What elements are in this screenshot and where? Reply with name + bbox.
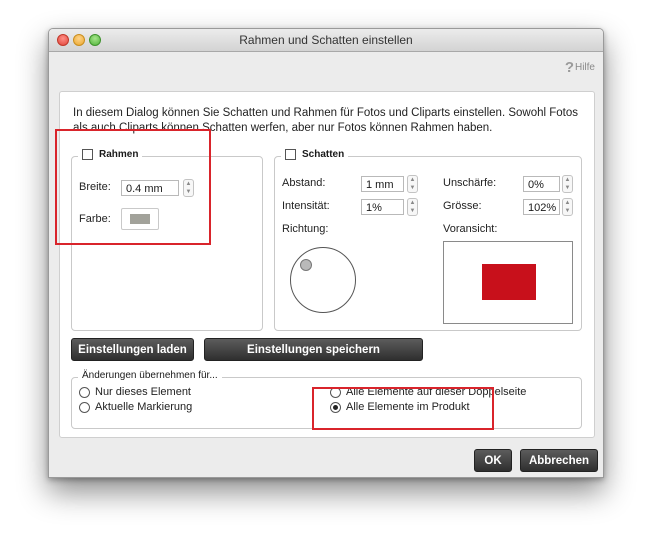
help-link[interactable]: ?Hilfe xyxy=(565,59,595,76)
title-bar: Rahmen und Schatten einstellen xyxy=(49,29,603,52)
unschaerfe-stepper[interactable]: ▲ ▼ xyxy=(562,175,573,193)
radio-alle-elemente-doppelseite[interactable]: Alle Elemente auf dieser Doppelseite xyxy=(330,386,526,398)
radio-nur-dieses-element[interactable]: Nur dieses Element xyxy=(79,386,191,398)
dialog-content: In diesem Dialog können Sie Schatten und… xyxy=(59,91,595,438)
abstand-stepper[interactable]: ▲ ▼ xyxy=(407,175,418,193)
intensitaet-input[interactable]: 1% xyxy=(361,199,404,215)
preview-sample xyxy=(482,264,536,300)
rahmen-legend: Rahmen xyxy=(78,149,143,160)
unschaerfe-input[interactable]: 0% xyxy=(523,176,560,192)
rahmen-title: Rahmen xyxy=(99,149,139,160)
intensitaet-stepper[interactable]: ▲ ▼ xyxy=(407,198,418,216)
abbrechen-button[interactable]: Abbrechen xyxy=(520,449,598,472)
abstand-input[interactable]: 1 mm xyxy=(361,176,404,192)
farbe-swatch xyxy=(130,214,150,224)
breite-label: Breite: xyxy=(79,181,111,193)
richtung-dial[interactable] xyxy=(290,247,356,313)
radio-aktuelle-markierung[interactable]: Aktuelle Markierung xyxy=(79,401,192,413)
breite-input[interactable]: 0.4 mm xyxy=(121,180,179,196)
rahmen-checkbox[interactable] xyxy=(82,149,93,160)
intensitaet-label: Intensität: xyxy=(282,200,330,212)
radio-label: Alle Elemente auf dieser Doppelseite xyxy=(346,386,527,398)
abstand-label: Abstand: xyxy=(282,177,326,189)
schatten-title: Schatten xyxy=(302,149,345,160)
farbe-label: Farbe: xyxy=(79,213,111,225)
intro-text: In diesem Dialog können Sie Schatten und… xyxy=(73,107,579,134)
window-title: Rahmen und Schatten einstellen xyxy=(239,33,413,47)
richtung-knob[interactable] xyxy=(300,259,312,271)
rahmen-group: Rahmen Breite: 0.4 mm ▲ ▼ Farbe: xyxy=(71,149,263,331)
help-label: Hilfe xyxy=(574,62,595,73)
groesse-stepper[interactable]: ▲ ▼ xyxy=(562,198,573,216)
richtung-label: Richtung: xyxy=(282,223,329,235)
ok-button[interactable]: OK xyxy=(474,449,512,472)
question-mark-icon: ? xyxy=(564,59,574,76)
einstellungen-speichern-button[interactable]: Einstellungen speichern xyxy=(204,338,423,361)
schatten-group: Schatten Abstand: 1 mm ▲ ▼ Intensität: 1%… xyxy=(274,149,582,331)
radio-indicator[interactable] xyxy=(79,386,90,398)
schatten-legend: Schatten xyxy=(281,149,349,160)
radio-label: Alle Elemente im Produkt xyxy=(346,401,470,413)
radio-label: Nur dieses Element xyxy=(95,386,191,398)
schatten-checkbox[interactable] xyxy=(285,149,296,160)
einstellungen-laden-button[interactable]: Einstellungen laden xyxy=(71,338,194,361)
radio-indicator-selected[interactable] xyxy=(330,401,341,413)
shadow-preview xyxy=(443,241,573,324)
unschaerfe-label: Unschärfe: xyxy=(443,177,497,189)
groesse-input[interactable]: 102% xyxy=(523,199,560,215)
groesse-label: Grösse: xyxy=(443,200,482,212)
apply-legend: Änderungen übernehmen für... xyxy=(78,370,222,381)
radio-indicator[interactable] xyxy=(330,386,341,398)
dialog-window: Rahmen und Schatten einstellen ?Hilfe In… xyxy=(48,28,604,478)
apply-group: Änderungen übernehmen für... Nur dieses … xyxy=(71,370,582,429)
farbe-color-picker[interactable] xyxy=(121,208,159,230)
breite-stepper[interactable]: ▲ ▼ xyxy=(183,179,194,197)
radio-label: Aktuelle Markierung xyxy=(95,401,193,413)
voransicht-label: Voransicht: xyxy=(443,223,498,235)
radio-alle-elemente-produkt[interactable]: Alle Elemente im Produkt xyxy=(330,401,470,413)
radio-indicator[interactable] xyxy=(79,401,90,413)
